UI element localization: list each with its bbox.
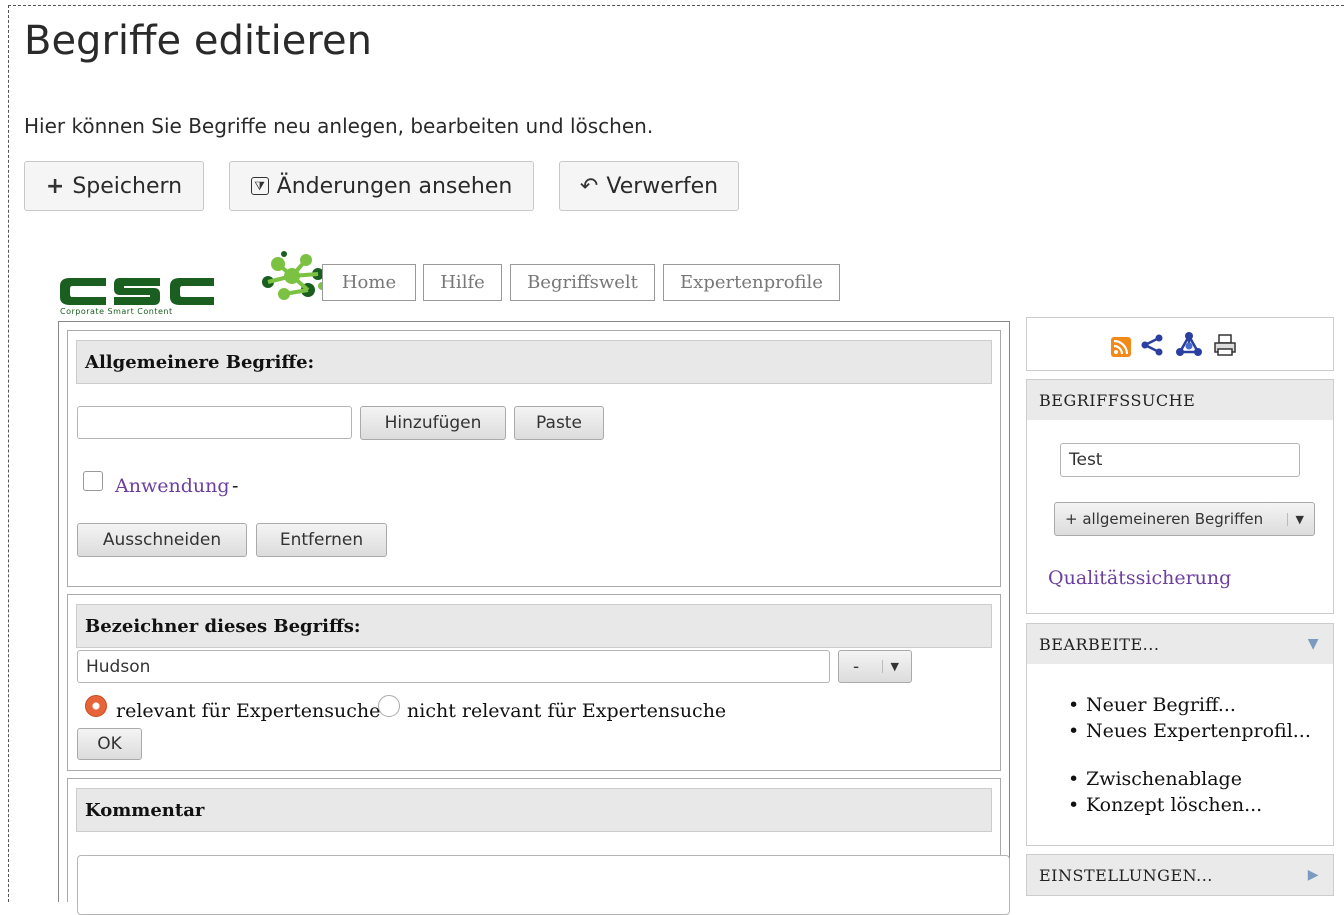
comment-textarea[interactable] (77, 855, 1010, 915)
rss-icon[interactable] (1111, 337, 1131, 357)
add-button[interactable]: Hinzufügen (360, 406, 506, 440)
broader-terms-dropdown-label: + allgemeineren Begriffen (1065, 510, 1264, 528)
triangle-right-icon: ▶ (1307, 867, 1319, 883)
share-icon[interactable] (1141, 334, 1165, 360)
plus-icon: + (45, 173, 65, 199)
undo-icon: ↶ (579, 173, 599, 199)
anwendung-suffix: - (232, 475, 239, 497)
paste-button[interactable]: Paste (514, 406, 604, 440)
nav-tab-home[interactable]: Home (322, 264, 416, 301)
view-changes-button[interactable]: ⧩ Änderungen ansehen (229, 161, 534, 211)
nav-tab-begriffswelt[interactable]: Begriffswelt (510, 264, 655, 301)
ok-button[interactable]: OK (77, 728, 142, 760)
term-search-heading: BEGRIFFSSUCHE (1026, 379, 1334, 421)
view-changes-label: Änderungen ansehen (276, 173, 513, 199)
not-relevant-radio-label: nicht relevant für Expertensuche (407, 700, 727, 722)
page-description: Hier können Sie Begriffe neu anlegen, be… (24, 114, 654, 138)
labels-heading: Bezeichner dieses Begriffs: (76, 604, 992, 648)
language-select-value: - (853, 656, 860, 677)
chevron-down-icon: ▼ (1286, 512, 1304, 526)
comment-heading: Kommentar (76, 788, 992, 832)
broader-terms-heading: Allgemeinere Begriffe: (76, 340, 992, 384)
page-title: Begriffe editieren (24, 18, 372, 64)
diff-icon: ⧩ (250, 177, 269, 195)
broader-term-input[interactable] (77, 406, 352, 439)
broader-terms-dropdown[interactable]: + allgemeineren Begriffen ▼ (1054, 502, 1315, 536)
chevron-down-icon: ▼ (881, 660, 899, 673)
relevant-radio-label: relevant für Expertensuche (116, 700, 381, 722)
new-expert-profile-item[interactable]: Neues Expertenprofil... (1066, 718, 1311, 744)
csc-logo[interactable]: Corporate Smart Content (56, 248, 326, 316)
settings-heading-label: EINSTELLUNGEN... (1039, 865, 1213, 885)
edit-list-a: Neuer Begriff... Neues Expertenprofil... (1066, 692, 1311, 744)
relevant-radio[interactable] (85, 695, 107, 717)
new-term-item[interactable]: Neuer Begriff... (1066, 692, 1311, 718)
not-relevant-radio[interactable] (378, 695, 400, 717)
edit-heading-label: BEARBEITE... (1039, 634, 1160, 654)
term-search-input[interactable]: Test (1060, 443, 1300, 477)
edit-list-b: Zwischenablage Konzept löschen... (1066, 766, 1262, 818)
save-button[interactable]: + Speichern (24, 161, 204, 211)
quality-assurance-link[interactable]: Qualitätssicherung (1048, 567, 1231, 589)
triangle-down-icon: ▼ (1307, 636, 1319, 652)
anwendung-checkbox[interactable] (83, 471, 103, 491)
edit-heading[interactable]: BEARBEITE... ▼ (1026, 623, 1334, 665)
logo-subtitle: Corporate Smart Content (60, 307, 173, 316)
graph-icon[interactable] (1175, 332, 1203, 362)
nav-tab-expertenprofile[interactable]: Expertenprofile (663, 264, 840, 301)
remove-button[interactable]: Entfernen (256, 523, 387, 557)
print-icon[interactable] (1213, 333, 1237, 361)
delete-concept-item[interactable]: Konzept löschen... (1066, 792, 1262, 818)
label-input[interactable]: Hudson (77, 650, 830, 683)
nav-tab-hilfe[interactable]: Hilfe (423, 264, 502, 301)
discard-button[interactable]: ↶ Verwerfen (559, 161, 739, 211)
anwendung-link[interactable]: Anwendung (115, 475, 230, 497)
settings-heading[interactable]: EINSTELLUNGEN... ▶ (1026, 854, 1334, 896)
sidebar-icon-bar (1026, 317, 1334, 371)
save-button-label: Speichern (72, 173, 183, 199)
discard-button-label: Verwerfen (606, 173, 719, 199)
language-select[interactable]: - ▼ (838, 650, 912, 683)
clipboard-item[interactable]: Zwischenablage (1066, 766, 1262, 792)
cut-button[interactable]: Ausschneiden (77, 523, 247, 557)
